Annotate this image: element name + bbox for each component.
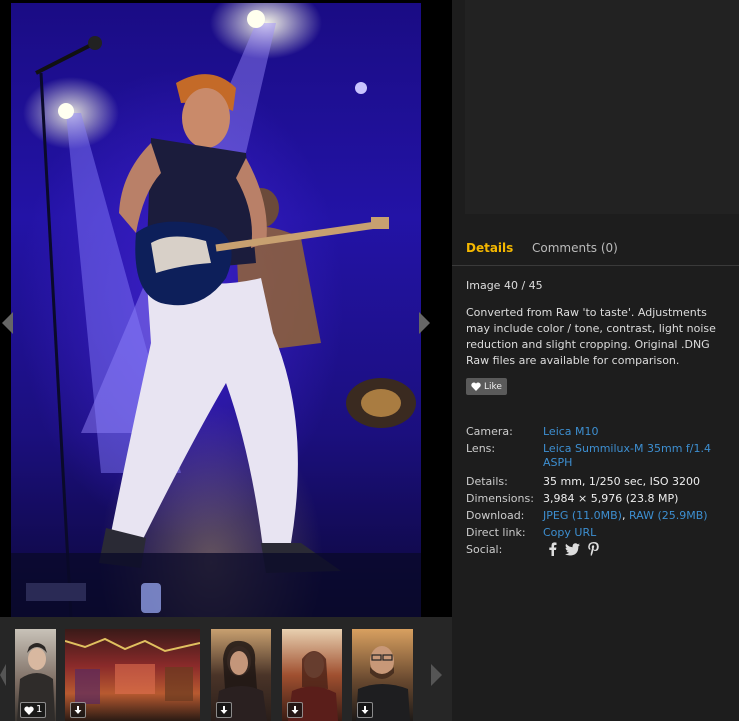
chevron-right-icon	[419, 312, 430, 334]
concert-photo-illustration	[11, 10, 421, 617]
thumb-woman-bar[interactable]	[282, 629, 342, 721]
main-photo[interactable]	[11, 3, 421, 617]
copy-url-link[interactable]: Copy URL	[543, 526, 596, 539]
chevron-left-icon	[0, 664, 6, 686]
lens-label: Lens:	[466, 442, 496, 455]
download-raw-link[interactable]: RAW (25.9MB)	[629, 509, 708, 522]
thumb-download-badge[interactable]	[357, 702, 373, 718]
ad-placeholder	[465, 0, 739, 214]
dimensions-label: Dimensions:	[466, 492, 534, 505]
thumb-woman-coat[interactable]: 1	[15, 629, 56, 721]
image-description: Converted from Raw 'to taste'. Adjustmen…	[466, 306, 716, 367]
thumb-like-count: 1	[36, 704, 43, 715]
twitter-icon[interactable]	[565, 542, 580, 556]
camera-link[interactable]: Leica M10	[543, 425, 599, 438]
download-icon	[291, 705, 299, 714]
next-photo-button[interactable]	[418, 312, 430, 338]
download-jpeg-link[interactable]: JPEG (11.0MB)	[543, 509, 622, 522]
prev-photo-button[interactable]	[2, 312, 14, 338]
image-counter: Image 40 / 45	[466, 279, 543, 292]
lens-link[interactable]: Leica Summilux-M 35mm f/1.4 ASPH	[543, 442, 711, 469]
thumb-download-badge[interactable]	[287, 702, 303, 718]
direct-link-label: Direct link:	[466, 526, 526, 539]
chevron-left-icon	[2, 312, 13, 334]
thumbnail-strip: 1	[0, 617, 452, 721]
dimensions-value: 3,984 × 5,976 (23.8 MP)	[543, 492, 679, 505]
download-icon	[74, 705, 82, 714]
tab-details[interactable]: Details	[466, 241, 513, 255]
photo-viewer	[0, 0, 452, 617]
facebook-icon[interactable]	[548, 542, 557, 556]
lens-link-line-2: ASPH	[543, 456, 573, 469]
thumb-like-badge[interactable]: 1	[20, 702, 47, 718]
social-label: Social:	[466, 543, 503, 556]
thumb-woman-dark-hair[interactable]	[211, 629, 271, 721]
like-button[interactable]: Like	[466, 378, 507, 395]
download-label: Download:	[466, 509, 525, 522]
thumb-download-badge[interactable]	[216, 702, 232, 718]
details-value: 35 mm, 1/250 sec, ISO 3200	[543, 475, 701, 488]
download-icon	[361, 705, 369, 714]
details-panel: Details Comments (0) Image 40 / 45 Conve…	[452, 0, 739, 721]
details-tabs: Details Comments (0)	[452, 232, 739, 266]
thumb-market[interactable]	[65, 629, 200, 721]
details-label: Details:	[466, 475, 508, 488]
heart-icon	[24, 706, 34, 715]
pinterest-icon[interactable]	[588, 542, 599, 556]
social-links	[548, 542, 599, 556]
heart-icon	[471, 382, 481, 391]
tab-comments[interactable]: Comments (0)	[532, 241, 618, 255]
download-separator: ,	[621, 509, 626, 522]
thumb-next-button[interactable]	[430, 664, 442, 690]
like-label: Like	[484, 381, 502, 392]
camera-label: Camera:	[466, 425, 513, 438]
thumb-prev-button[interactable]	[0, 664, 6, 690]
download-links: JPEG (11.0MB), RAW (25.9MB)	[543, 509, 708, 522]
download-icon	[220, 705, 228, 714]
thumb-man-beard[interactable]	[352, 629, 413, 721]
lens-link-line-1: Leica Summilux-M 35mm f/1.4	[543, 442, 711, 455]
chevron-right-icon	[431, 664, 442, 686]
thumb-download-badge[interactable]	[70, 702, 86, 718]
